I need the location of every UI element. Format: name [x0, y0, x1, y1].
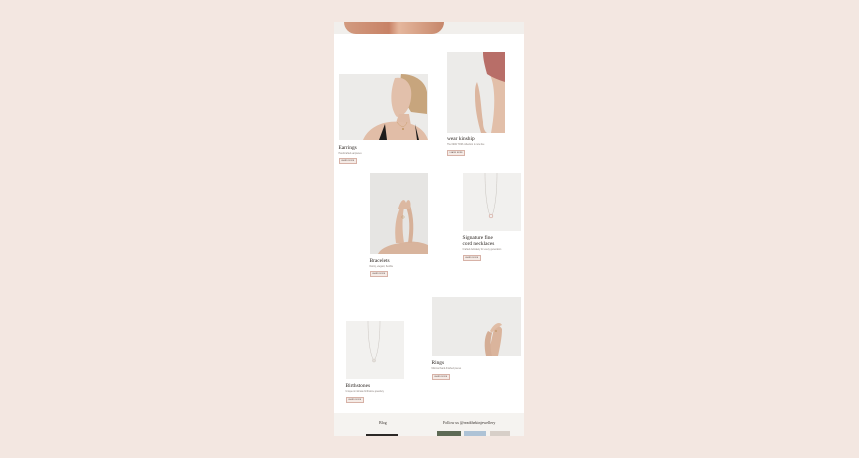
rings-title: Rings [431, 360, 445, 366]
footer-section: Blog Follow us @readthekinjewellery [334, 413, 524, 436]
wear-kinship-model-illustration [447, 52, 505, 133]
bracelets-learn-more-button[interactable]: Learn more [369, 271, 388, 277]
instagram-follow-heading[interactable]: Follow us @readthekinjewellery [443, 420, 495, 425]
wear-kinship-description: The NEW TORI collection is now live [447, 144, 485, 146]
rings-description: Minimal hand-finished pieces [431, 368, 462, 370]
instagram-thumbnail-1[interactable] [437, 431, 461, 436]
bracelets-title: Bracelets [369, 258, 390, 264]
signature-necklace-illustration [462, 173, 521, 231]
hero-model-shoulders [344, 22, 444, 34]
instagram-thumbnail-2[interactable] [464, 431, 486, 436]
earrings-title: Earrings [338, 145, 357, 151]
birthstones-image[interactable] [345, 321, 404, 379]
rings-image[interactable] [431, 297, 521, 356]
hero-image [334, 22, 524, 34]
bracelets-description: Dainty, elegant, flexible [369, 266, 394, 268]
wear-kinship-image[interactable] [447, 52, 505, 133]
signature-necklaces-description: Crafted delicately for every generation [462, 249, 502, 251]
wear-kinship-title: wear kinship [447, 136, 475, 142]
signature-necklaces-image[interactable] [462, 173, 521, 231]
blog-thumbnail[interactable] [366, 434, 398, 436]
earrings-image[interactable] [338, 74, 428, 140]
signature-necklaces-title-line2: cord necklaces [462, 241, 495, 247]
birthstones-title: Birthstones [345, 383, 371, 389]
blog-heading[interactable]: Blog [379, 420, 387, 425]
birthstones-learn-more-button[interactable]: Learn more [345, 397, 364, 403]
content-page: Earrings Handcrafted earpieces Learn mor… [334, 22, 524, 436]
rings-learn-more-button[interactable]: Learn more [431, 374, 450, 380]
bracelets-model-illustration [369, 173, 428, 254]
bracelets-image[interactable] [369, 173, 428, 254]
earrings-description: Handcrafted earpieces [338, 153, 362, 155]
birthstones-description: Unique & intimate birthstone jewellery [345, 391, 384, 393]
signature-necklaces-learn-more-button[interactable]: Learn more [462, 255, 481, 261]
earrings-model-illustration [338, 74, 428, 140]
rings-hands-illustration [431, 297, 521, 356]
wear-kinship-learn-more-button[interactable]: Learn more [447, 150, 466, 156]
earrings-learn-more-button[interactable]: Learn more [338, 158, 357, 164]
birthstone-necklace-illustration [345, 321, 404, 379]
instagram-thumbnail-3[interactable] [490, 431, 510, 436]
